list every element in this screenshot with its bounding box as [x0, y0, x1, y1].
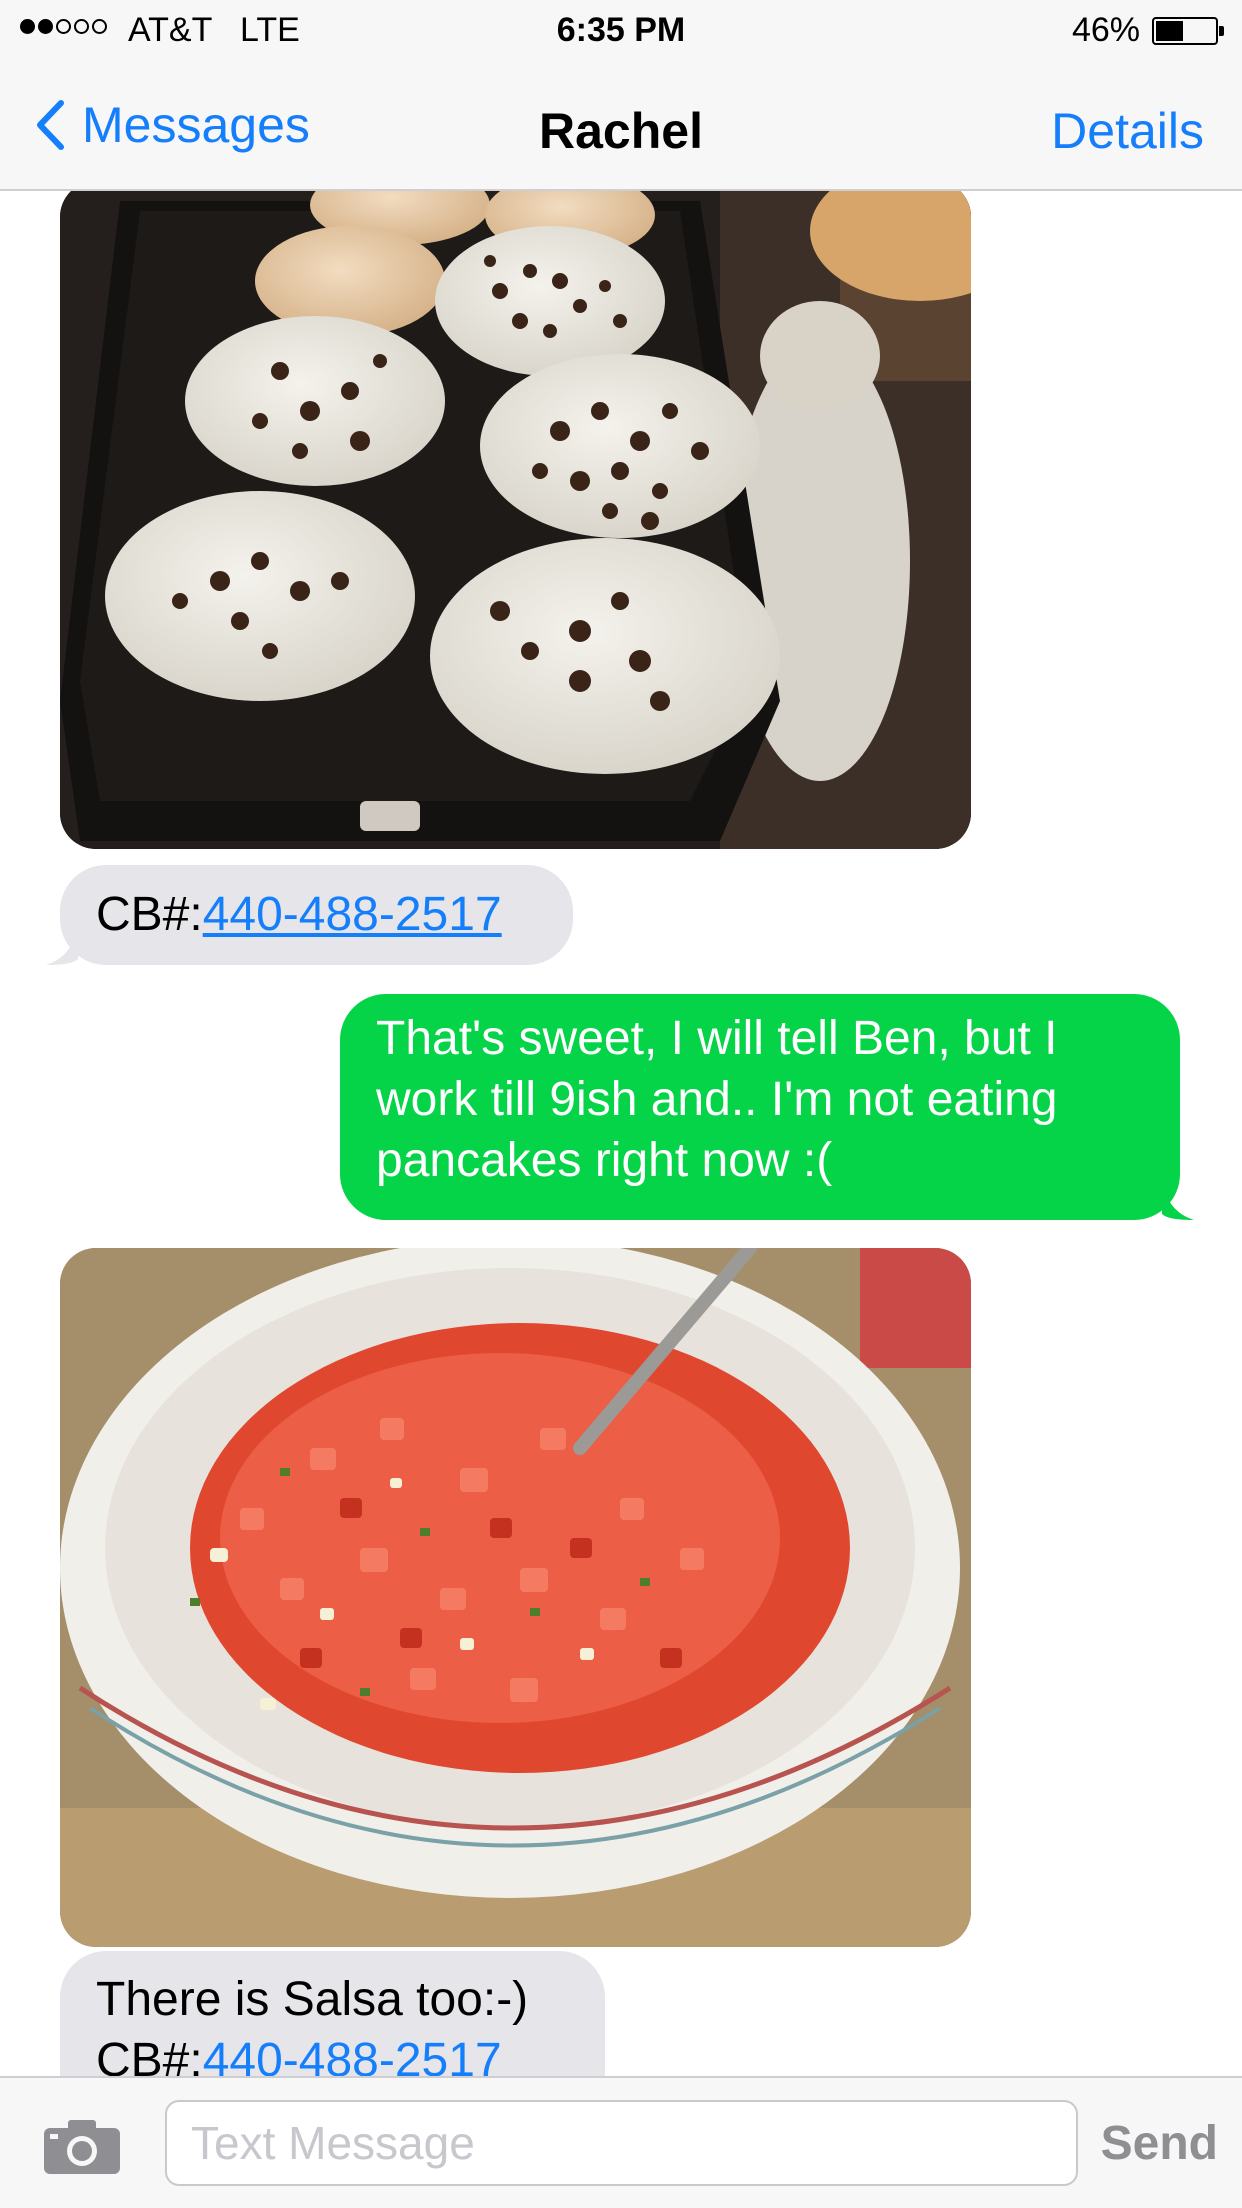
- outgoing-message-bubble[interactable]: That's sweet, I will tell Ben, but I wor…: [340, 994, 1180, 1220]
- message-thread[interactable]: CB#:440-488-2517 That's sweet, I will te…: [0, 191, 1242, 2076]
- incoming-bubble-tail: [46, 925, 78, 965]
- message-text: There is Salsa too:-): [96, 1973, 529, 2026]
- incoming-message-bubble[interactable]: CB#:440-488-2517: [60, 865, 573, 965]
- outgoing-bubble-tail: [1162, 1180, 1194, 1220]
- phone-number-link[interactable]: 440-488-2517: [203, 888, 502, 941]
- navigation-bar: Messages Rachel Details: [0, 60, 1242, 191]
- camera-icon: [44, 2120, 120, 2174]
- salsa-photo-message[interactable]: [60, 1248, 971, 1947]
- send-button[interactable]: Send: [1101, 2116, 1218, 2171]
- incoming-message-bubble[interactable]: There is Salsa too:-) CB#:440-488-2517: [60, 1951, 605, 2076]
- battery-nub: [1219, 26, 1224, 36]
- callback-prefix: CB#:: [96, 2034, 203, 2076]
- status-time: 6:35 PM: [556, 11, 686, 49]
- status-bar: AT&T LTE 6:35 PM 46%: [0, 0, 1242, 60]
- message-input-bar: Send: [0, 2076, 1242, 2208]
- battery-level-fill: [1156, 21, 1183, 41]
- camera-button[interactable]: [42, 2116, 122, 2176]
- battery-percent: 46%: [1071, 11, 1140, 49]
- pancakes-photo-message[interactable]: [60, 191, 971, 849]
- battery-icon: [1152, 17, 1224, 45]
- text-message-input[interactable]: [165, 2100, 1078, 2186]
- pancakes-photo: [60, 191, 971, 849]
- details-button[interactable]: Details: [1051, 102, 1204, 160]
- callback-prefix: CB#:: [96, 888, 203, 941]
- salsa-photo: [60, 1248, 971, 1947]
- phone-number-link[interactable]: 440-488-2517: [203, 2034, 502, 2076]
